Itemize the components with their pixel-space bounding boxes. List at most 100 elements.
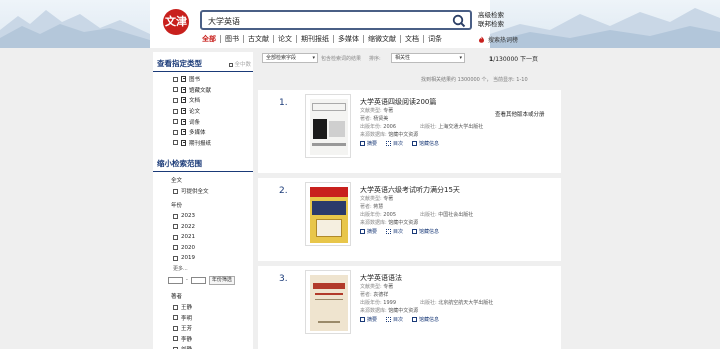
abstract-icon [360,229,365,234]
holdings-icon [412,317,418,322]
other-editions-link[interactable]: 查看其他版本或分册 [495,110,545,118]
checkbox[interactable] [173,336,178,342]
category-all[interactable]: 全部 [202,35,220,43]
abstract-link[interactable]: 摘要 [360,228,377,235]
abstract-link[interactable]: 摘要 [360,316,377,323]
author-option[interactable]: 李静 [153,334,253,345]
category-ancient[interactable]: 古文献 [243,35,273,43]
fulltext-option[interactable]: 可提供全文 [153,186,253,197]
year-more-link[interactable]: 更多... [153,264,253,272]
type-option-papers[interactable]: 论文 [153,106,253,117]
media-icon [181,129,186,136]
advanced-links: 高级检索 联邦检索 [478,11,504,29]
holdings-link[interactable]: 馆藏信息 [412,140,439,147]
year-option[interactable]: 2020 [153,243,253,254]
type-option-docs[interactable]: 文档 [153,95,253,106]
checkbox[interactable] [173,129,178,135]
document-icon [181,97,186,104]
next-page-link[interactable]: 下一页 [520,56,538,63]
advanced-search-link[interactable]: 高级检索 [478,11,504,20]
toc-link[interactable]: 目次 [386,228,403,235]
checkbox[interactable] [173,140,178,146]
list-icon [386,317,392,322]
cover-art [310,99,348,155]
checkbox[interactable] [173,245,178,251]
abstract-icon [360,141,365,146]
result-item: 1. 大学英语四级阅读200篇 文献类型: 专著 著者: 杨贤美 出版年份: 2… [258,90,561,173]
category-multimedia[interactable]: 多媒体 [333,35,363,43]
checkbox[interactable] [173,304,178,310]
checkbox[interactable] [173,188,178,194]
toc-link[interactable]: 目次 [386,316,403,323]
search-input[interactable] [208,14,438,28]
meta-type: 文献类型: 专著 [360,196,394,202]
checkbox[interactable] [173,325,178,331]
sort-select[interactable]: 相关性 ▾ [391,53,465,63]
select-all-checkbox[interactable] [229,62,234,67]
author-option[interactable]: 王静 [153,302,253,313]
checkbox[interactable] [173,213,178,219]
type-option-entries[interactable]: 词条 [153,116,253,127]
year-range: - 年份筛选 [153,272,253,285]
book-cover[interactable] [305,182,351,246]
checkbox[interactable] [173,119,178,125]
site-logo[interactable]: 文津 [163,9,189,35]
author-link[interactable]: 蒋慧 [373,204,383,210]
meta-author: 著者: 蒋慧 [360,204,384,210]
category-papers[interactable]: 论文 [273,35,296,43]
meta-publisher: 出版社: 中国社会出版社 [420,212,474,218]
type-option-periodicals[interactable]: 期刊报纸 [153,138,253,149]
year-option[interactable]: 2019 [153,253,253,264]
year-option[interactable]: 2021 [153,232,253,243]
list-icon [386,141,392,146]
year-option[interactable]: 2022 [153,221,253,232]
checkbox[interactable] [173,108,178,114]
category-microfilm[interactable]: 缩微文献 [363,35,400,43]
hot-fire-icon [479,36,484,43]
meta-year: 出版年份: 2006 出版社: 上海交通大学出版社 [360,124,484,130]
holdings-link[interactable]: 馆藏信息 [412,228,439,235]
meta-database: 来源数据库: 馆藏中文资源 [360,132,419,138]
field-select[interactable]: 全部检索字段 ▾ [262,53,318,63]
toc-link[interactable]: 目次 [386,140,403,147]
result-title-link[interactable]: 大学英语语法 [360,273,402,283]
chevron-down-icon: ▾ [459,55,462,61]
header: 文津 高级检索 联邦检索 全部 图书 古文献 论文 期刊报纸 多媒体 缩微文献 … [0,0,720,48]
author-link[interactable]: 袁德祥 [373,292,388,298]
year-to-input[interactable] [190,276,206,284]
author-label: 著者 [171,293,183,300]
meta-publisher: 出版社: 上海交通大学出版社 [420,124,484,130]
checkbox[interactable] [173,315,178,321]
select-all-toggle[interactable]: 全中数 [229,60,253,68]
holdings-link[interactable]: 馆藏信息 [412,316,439,323]
category-books[interactable]: 图书 [220,35,243,43]
checkbox[interactable] [173,97,178,103]
hot-search-link[interactable]: 搜索热词榜 [478,35,518,44]
result-title-link[interactable]: 大学英语六级考试听力满分15天 [360,185,460,195]
book-cover[interactable] [305,94,351,158]
checkbox[interactable] [173,234,178,240]
book-cover[interactable] [305,270,351,334]
abstract-link[interactable]: 摘要 [360,140,377,147]
category-documents[interactable]: 文档 [400,35,423,43]
author-option[interactable]: 王芳 [153,323,253,334]
author-option[interactable]: 刘静 [153,344,253,349]
year-option[interactable]: 2023 [153,211,253,222]
type-option-collection[interactable]: 馆藏文献 [153,85,253,96]
federated-search-link[interactable]: 联邦检索 [478,20,504,29]
checkbox[interactable] [173,224,178,230]
checkbox[interactable] [173,76,178,82]
year-filter-button[interactable]: 年份筛选 [208,275,235,285]
type-option-multimedia[interactable]: 多媒体 [153,127,253,138]
search-icon[interactable] [452,14,466,28]
category-periodicals[interactable]: 期刊报纸 [296,35,333,43]
author-link[interactable]: 杨贤美 [373,116,388,122]
year-from-input[interactable] [168,276,183,284]
checkbox[interactable] [173,87,178,93]
type-option-books[interactable]: 图书 [153,74,253,85]
author-option[interactable]: 李明 [153,312,253,323]
checkbox[interactable] [173,255,178,261]
pager: 1/130000 下一页 [489,54,538,63]
result-title-link[interactable]: 大学英语四级阅读200篇 [360,97,436,107]
category-entries[interactable]: 词条 [423,35,446,43]
